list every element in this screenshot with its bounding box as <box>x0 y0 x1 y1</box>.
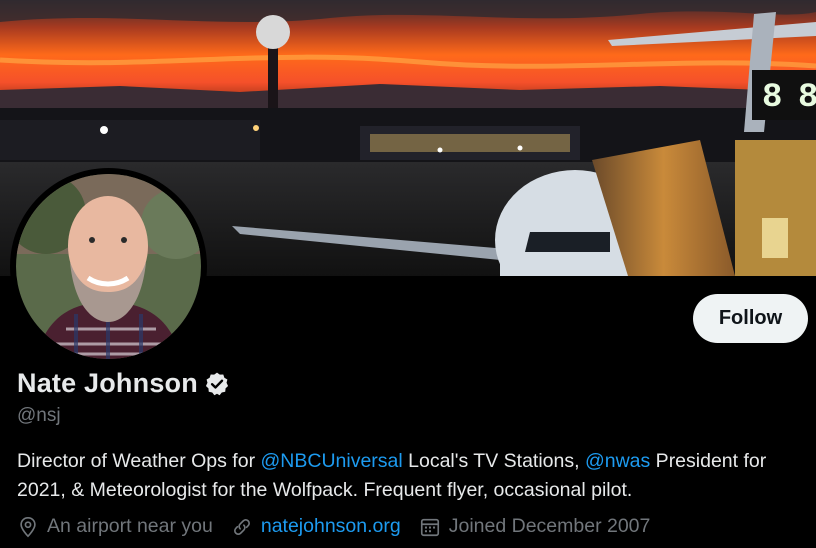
bio-text: Director of Weather Ops for <box>17 450 261 472</box>
profile-website[interactable]: natejohnson.org <box>231 515 401 538</box>
profile-name-row: Nate Johnson <box>17 368 230 399</box>
joined-text: Joined December 2007 <box>448 515 651 537</box>
profile-bio: Director of Weather Ops for @NBCUniversa… <box>17 447 812 505</box>
bio-mention-link[interactable]: @NBCUniversal <box>260 450 402 472</box>
profile-location: An airport near you <box>17 515 213 538</box>
follow-button[interactable]: Follow <box>693 294 808 343</box>
website-link[interactable]: natejohnson.org <box>261 515 401 538</box>
profile-avatar[interactable] <box>10 168 207 365</box>
avatar-photo <box>16 174 201 359</box>
profile-handle: @nsj <box>17 405 61 426</box>
location-pin-icon <box>20 516 36 537</box>
svg-text:8: 8 <box>798 79 816 117</box>
profile-name: Nate Johnson <box>17 368 198 398</box>
profile-joined: Joined December 2007 <box>419 515 651 538</box>
bio-text: Local's TV Stations, <box>402 450 585 472</box>
link-icon <box>233 518 250 535</box>
profile-meta-row: An airport near you natejohnson.org Join… <box>17 515 668 538</box>
calendar-icon <box>420 518 439 536</box>
location-text: An airport near you <box>47 515 213 537</box>
verified-badge-icon[interactable] <box>204 371 230 397</box>
bio-mention-link[interactable]: @nwas <box>585 450 650 472</box>
svg-text:8: 8 <box>762 79 782 117</box>
